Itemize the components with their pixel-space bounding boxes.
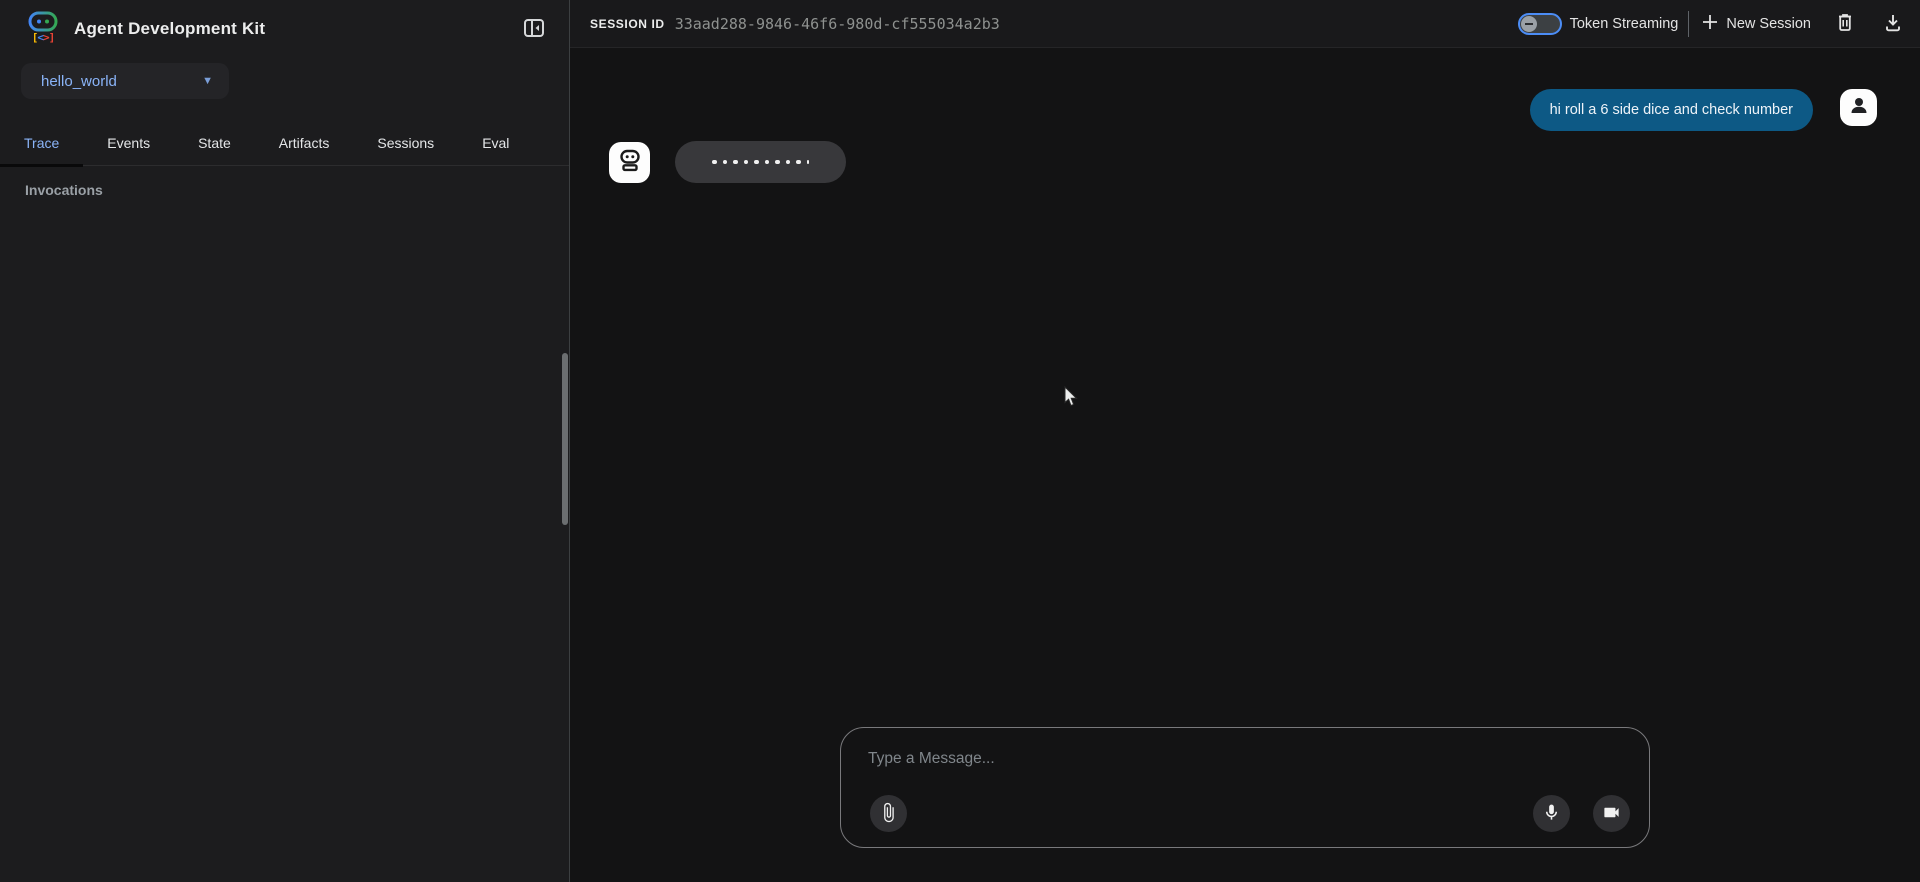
bot-message-row [609, 141, 846, 183]
delete-session-button[interactable] [1833, 10, 1857, 38]
video-button[interactable] [1593, 795, 1630, 832]
robot-icon [616, 146, 644, 179]
tab-eval[interactable]: Eval [458, 120, 533, 166]
agent-selector-dropdown[interactable]: hello_world ▼ [21, 63, 229, 99]
message-composer [840, 727, 1650, 848]
person-icon [1847, 93, 1871, 122]
session-topbar: SESSION ID 33aad288-9846-46f6-980d-cf555… [570, 0, 1920, 48]
new-session-button[interactable]: New Session [1701, 13, 1811, 35]
adk-web-app: [<>] Agent Development Kit hello_world ▼… [0, 0, 1920, 882]
message-input[interactable] [868, 750, 1468, 768]
attach-file-button[interactable] [870, 795, 907, 832]
sidebar-header: [<>] Agent Development Kit [0, 0, 569, 58]
plus-icon [1701, 13, 1719, 35]
tab-sessions[interactable]: Sessions [353, 120, 458, 166]
tab-state[interactable]: State [174, 120, 255, 166]
export-session-button[interactable] [1881, 10, 1905, 38]
user-message-row: hi roll a 6 side dice and check number [1530, 89, 1877, 131]
microphone-button[interactable] [1533, 795, 1570, 832]
tab-artifacts[interactable]: Artifacts [255, 120, 354, 166]
bot-avatar [609, 142, 650, 183]
tab-events[interactable]: Events [83, 120, 174, 166]
trash-icon [1835, 12, 1855, 36]
bot-loading-bubble [675, 141, 846, 183]
topbar-actions: Token Streaming New Session [1518, 10, 1905, 38]
microphone-icon [1542, 803, 1561, 825]
token-streaming-label: Token Streaming [1570, 16, 1679, 32]
chevron-down-icon: ▼ [202, 75, 213, 87]
new-session-label: New Session [1726, 16, 1811, 32]
sidebar-scrollbar-thumb[interactable] [562, 353, 568, 525]
toggle-thumb [1521, 16, 1537, 32]
invocations-label: Invocations [25, 182, 103, 198]
loading-dots [712, 160, 809, 165]
videocam-icon [1602, 803, 1621, 825]
download-icon [1883, 12, 1903, 36]
sidebar: [<>] Agent Development Kit hello_world ▼… [0, 0, 570, 882]
paperclip-icon [878, 802, 899, 826]
collapse-sidebar-button[interactable] [519, 13, 549, 46]
session-id-label: SESSION ID [590, 17, 665, 31]
divider [1688, 11, 1689, 37]
adk-logo-icon: [<>] [26, 11, 60, 47]
agent-selector-value: hello_world [41, 73, 117, 90]
tab-trace[interactable]: Trace [0, 120, 83, 166]
user-avatar [1840, 89, 1877, 126]
user-message-bubble: hi roll a 6 side dice and check number [1530, 89, 1813, 131]
app-title: Agent Development Kit [74, 19, 265, 39]
collapse-panel-icon [523, 17, 545, 42]
logo-brackets: [<>] [32, 33, 55, 42]
sidebar-tabs: Trace Events State Artifacts Sessions Ev… [0, 120, 569, 166]
main-panel: SESSION ID 33aad288-9846-46f6-980d-cf555… [570, 0, 1920, 882]
token-streaming-toggle[interactable] [1518, 13, 1562, 35]
session-id-value: 33aad288-9846-46f6-980d-cf555034a2b3 [675, 15, 1000, 33]
